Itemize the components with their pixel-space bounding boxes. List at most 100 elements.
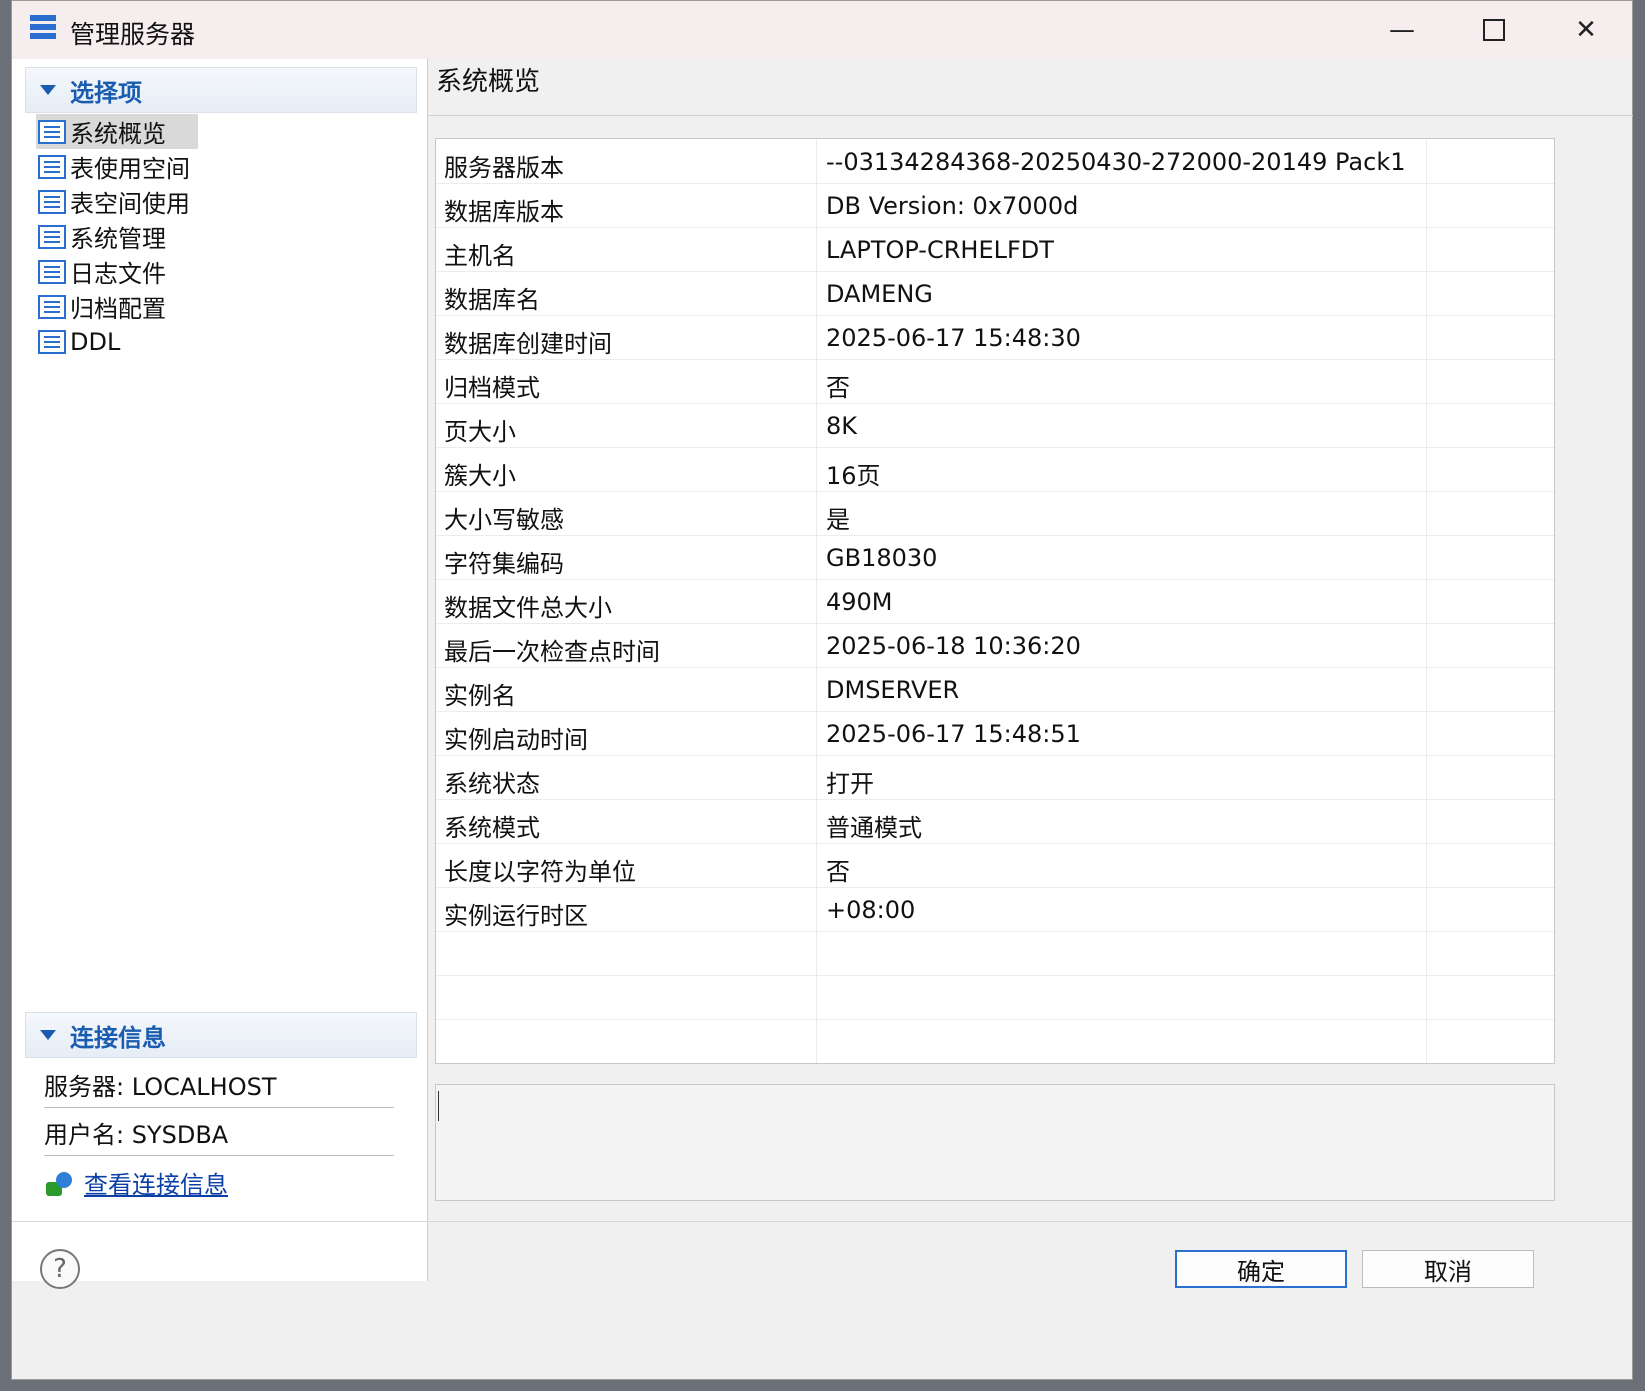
ok-button[interactable]: 确定 bbox=[1175, 1250, 1347, 1288]
table-row[interactable]: 实例启动时间 2025-06-17 15:48:51 bbox=[436, 711, 1554, 756]
row-key: 数据库版本 bbox=[444, 198, 564, 226]
row-value: 2025-06-17 15:48:30 bbox=[826, 324, 1081, 352]
list-icon bbox=[38, 119, 66, 144]
list-icon bbox=[38, 154, 66, 179]
help-button[interactable]: ? bbox=[40, 1249, 80, 1289]
row-value: GB18030 bbox=[826, 544, 938, 572]
table-row[interactable]: 簇大小 16页 bbox=[436, 447, 1554, 492]
table-row[interactable]: 数据库版本 DB Version: 0x7000d bbox=[436, 183, 1554, 228]
list-icon bbox=[38, 294, 66, 319]
row-value: DB Version: 0x7000d bbox=[826, 192, 1079, 220]
row-key: 数据库名 bbox=[444, 286, 540, 314]
user-info: 用户名: SYSDBA bbox=[44, 1109, 394, 1156]
table-row[interactable]: 数据库名 DAMENG bbox=[436, 271, 1554, 316]
chevron-down-icon bbox=[40, 1030, 56, 1040]
row-key: 实例运行时区 bbox=[444, 902, 588, 930]
table-row[interactable]: 实例名 DMSERVER bbox=[436, 667, 1554, 712]
nav-item-system-management[interactable]: 系统管理 bbox=[36, 219, 198, 254]
table-row[interactable]: 系统状态 打开 bbox=[436, 755, 1554, 800]
server-info: 服务器: LOCALHOST bbox=[44, 1061, 394, 1108]
table-row[interactable]: 归档模式 否 bbox=[436, 359, 1554, 404]
row-key: 实例启动时间 bbox=[444, 726, 588, 754]
table-row[interactable]: 页大小 8K bbox=[436, 403, 1554, 448]
row-value: DAMENG bbox=[826, 280, 933, 308]
row-value: 普通模式 bbox=[826, 814, 922, 842]
window-title: 管理服务器 bbox=[70, 20, 196, 49]
bottom-divider bbox=[12, 1221, 1632, 1222]
table-row[interactable] bbox=[436, 931, 1554, 976]
cancel-button[interactable]: 取消 bbox=[1362, 1250, 1534, 1288]
table-row[interactable]: 系统模式 普通模式 bbox=[436, 799, 1554, 844]
table-row[interactable]: 实例运行时区 +08:00 bbox=[436, 887, 1554, 932]
maximize-button[interactable] bbox=[1448, 1, 1540, 59]
minimize-button[interactable]: — bbox=[1356, 1, 1448, 59]
row-value: 打开 bbox=[826, 770, 874, 798]
row-value: LAPTOP-CRHELFDT bbox=[826, 236, 1054, 264]
nav-item-overview[interactable]: 系统概览 bbox=[36, 114, 198, 149]
row-key: 系统状态 bbox=[444, 770, 540, 798]
view-connection-link[interactable]: 查看连接信息 bbox=[84, 1165, 228, 1200]
maximize-icon bbox=[1483, 19, 1505, 41]
row-key: 最后一次检查点时间 bbox=[444, 638, 660, 666]
close-button[interactable]: ✕ bbox=[1540, 1, 1632, 59]
row-value: 否 bbox=[826, 374, 850, 402]
table-row[interactable]: 长度以字符为单位 否 bbox=[436, 843, 1554, 888]
row-value: --03134284368-20250430-272000-20149 Pack… bbox=[826, 148, 1406, 176]
row-value: 否 bbox=[826, 858, 850, 886]
minimize-icon: — bbox=[1389, 15, 1415, 45]
table-row[interactable]: 字符集编码 GB18030 bbox=[436, 535, 1554, 580]
nav-item-log-files[interactable]: 日志文件 bbox=[36, 254, 198, 289]
table-row[interactable]: 主机名 LAPTOP-CRHELFDT bbox=[436, 227, 1554, 272]
list-icon bbox=[38, 189, 66, 214]
row-value: 2025-06-17 15:48:51 bbox=[826, 720, 1081, 748]
row-key: 长度以字符为单位 bbox=[444, 858, 636, 886]
left-panel: 选择项 系统概览 表使用空间 表空间使用 系统管理 日志文件 归档配置 DDL … bbox=[12, 59, 428, 1281]
nav-item-tablespace-usage[interactable]: 表空间使用 bbox=[36, 184, 198, 219]
manage-server-dialog: 管理服务器 — ✕ 选择项 系统概览 表使用空间 表空间使用 系统管理 日志文件… bbox=[11, 0, 1633, 1380]
nav-item-archive-config[interactable]: 归档配置 bbox=[36, 289, 198, 324]
connection-section-label: 连接信息 bbox=[70, 1023, 166, 1052]
select-section-label: 选择项 bbox=[70, 78, 142, 107]
row-key: 归档模式 bbox=[444, 374, 540, 402]
row-key: 系统模式 bbox=[444, 814, 540, 842]
table-row[interactable]: 最后一次检查点时间 2025-06-18 10:36:20 bbox=[436, 623, 1554, 668]
row-value: 8K bbox=[826, 412, 858, 440]
table-row[interactable] bbox=[436, 1019, 1554, 1063]
title-bar: 管理服务器 — ✕ bbox=[12, 1, 1632, 59]
table-row[interactable] bbox=[436, 975, 1554, 1020]
row-key: 簇大小 bbox=[444, 462, 516, 490]
detail-textarea[interactable] bbox=[435, 1084, 1555, 1201]
nav-item-ddl[interactable]: DDL bbox=[36, 324, 198, 359]
overview-table: 服务器版本 --03134284368-20250430-272000-20149… bbox=[435, 138, 1555, 1064]
title-divider bbox=[428, 115, 1633, 116]
row-key: 主机名 bbox=[444, 242, 516, 270]
view-connection-info[interactable]: 查看连接信息 bbox=[44, 1165, 228, 1200]
help-icon: ? bbox=[53, 1254, 67, 1284]
row-value: 490M bbox=[826, 588, 893, 616]
nav-list: 系统概览 表使用空间 表空间使用 系统管理 日志文件 归档配置 DDL bbox=[36, 114, 198, 359]
page-title: 系统概览 bbox=[436, 67, 541, 97]
row-key: 字符集编码 bbox=[444, 550, 564, 578]
table-row[interactable]: 服务器版本 --03134284368-20250430-272000-20149… bbox=[436, 139, 1554, 184]
row-key: 页大小 bbox=[444, 418, 516, 446]
row-key: 数据库创建时间 bbox=[444, 330, 612, 358]
row-key: 数据文件总大小 bbox=[444, 594, 612, 622]
nav-item-table-space-usage[interactable]: 表使用空间 bbox=[36, 149, 198, 184]
app-icon bbox=[30, 15, 56, 45]
list-icon bbox=[38, 329, 66, 354]
row-value: +08:00 bbox=[826, 896, 916, 924]
table-row[interactable]: 数据文件总大小 490M bbox=[436, 579, 1554, 624]
table-row[interactable]: 大小写敏感 是 bbox=[436, 491, 1554, 536]
select-section-header[interactable]: 选择项 bbox=[25, 67, 417, 113]
row-value: 是 bbox=[826, 506, 850, 534]
list-icon bbox=[38, 224, 66, 249]
row-value: 2025-06-18 10:36:20 bbox=[826, 632, 1081, 660]
row-value: 16页 bbox=[826, 462, 881, 490]
table-row[interactable]: 数据库创建时间 2025-06-17 15:48:30 bbox=[436, 315, 1554, 360]
row-key: 实例名 bbox=[444, 682, 516, 710]
connection-section-header[interactable]: 连接信息 bbox=[25, 1012, 417, 1058]
row-key: 大小写敏感 bbox=[444, 506, 564, 534]
list-icon bbox=[38, 259, 66, 284]
connection-icon bbox=[44, 1168, 74, 1198]
row-key: 服务器版本 bbox=[444, 154, 564, 182]
